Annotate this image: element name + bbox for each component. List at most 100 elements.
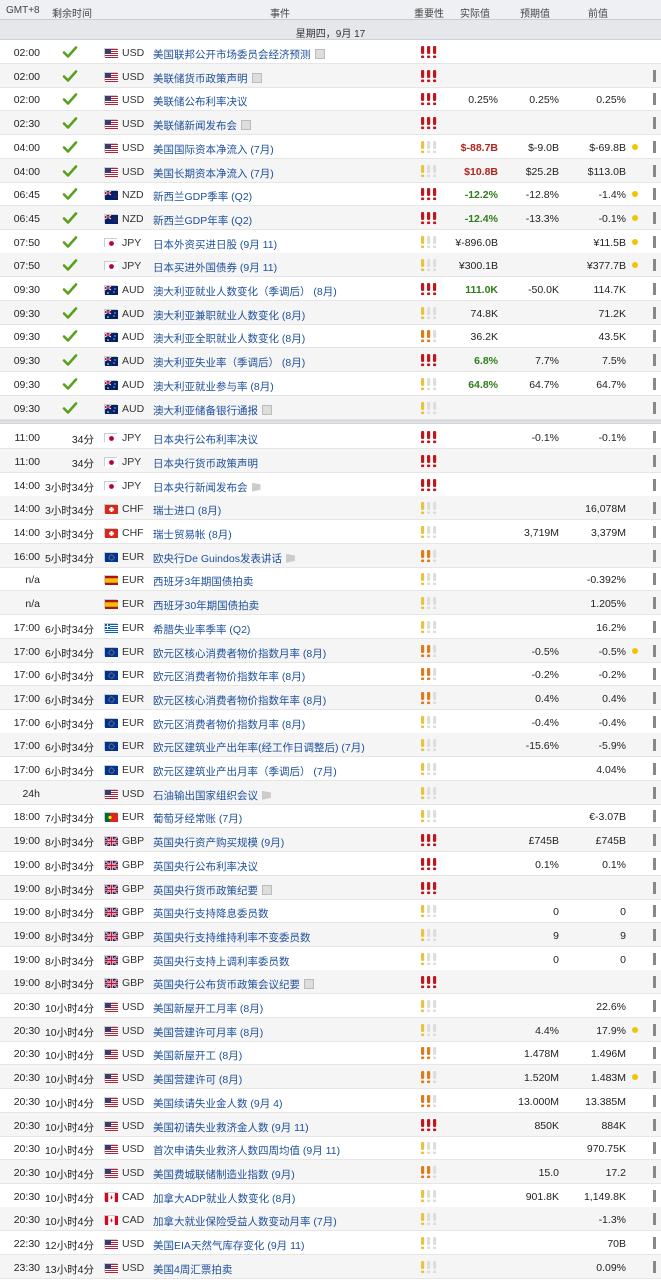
event-name[interactable]: 葡萄牙经常账 (7月) — [153, 811, 242, 826]
event-name[interactable]: 美国4周汇票拍卖 — [153, 1262, 232, 1277]
table-row[interactable]: 24h USD 石油输出国家组织会议 — [0, 780, 661, 805]
event-name-text[interactable]: 澳大利亚就业参与率 (8月) — [153, 381, 274, 393]
event-name[interactable]: 瑞士贸易帐 (8月) — [153, 527, 232, 542]
table-row[interactable]: 17:00 6小时34分 EUR 欧元区建筑业产出月率（季调后） (7月) 4.04% — [0, 757, 661, 781]
event-name[interactable]: 瑞士进口 (8月) — [153, 503, 221, 518]
event-name-text[interactable]: 日本外资买进日股 (9月 11) — [153, 239, 277, 251]
event-name-text[interactable]: 澳大利亚就业人数变化（季调后） (8月) — [153, 286, 337, 298]
event-name-text[interactable]: 美联储新闻发布会 — [153, 120, 237, 132]
table-row[interactable]: 14:00 3小时34分 JPY 日本央行新闻发布会 — [0, 473, 661, 497]
event-name-text[interactable]: 英国央行支持维持利率不变委员数 — [153, 932, 311, 944]
table-row[interactable]: 19:00 8小时34分 GBP 英国央行公布货币政策会议纪要 — [0, 970, 661, 995]
event-name[interactable]: 日本央行新闻发布会 — [153, 480, 261, 495]
table-row[interactable]: 11:00 34分 JPY 日本央行货币政策声明 — [0, 448, 661, 473]
event-name-text[interactable]: 美国新屋开工 (8月) — [153, 1050, 242, 1062]
event-name-text[interactable]: 澳大利亚失业率（季调后） (8月) — [153, 357, 305, 369]
event-name-text[interactable]: 美国4周汇票拍卖 — [153, 1264, 232, 1276]
event-name-text[interactable]: 瑞士贸易帐 (8月) — [153, 529, 232, 541]
table-row[interactable]: 02:00 USD 美国联邦公开市场委员会经济预测 — [0, 40, 661, 64]
table-row[interactable]: 02:00 USD 美联储货币政策声明 — [0, 63, 661, 88]
event-name[interactable]: 欧元区消费者物价指数年率 (8月) — [153, 669, 305, 684]
event-name[interactable]: 美国初请失业救济金人数 (9月 11) — [153, 1120, 309, 1135]
event-name-text[interactable]: 英国央行支持上调利率委员数 — [153, 956, 290, 968]
document-icon[interactable] — [241, 120, 251, 131]
table-row[interactable]: 19:00 8小时34分 GBP 英国央行公布利率决议 0.1% 0.1% — [0, 852, 661, 876]
event-name-text[interactable]: 美国续请失业金人数 (9月 4) — [153, 1098, 283, 1110]
table-row[interactable]: 09:30 AUD 澳大利亚全职就业人数变化 (8月) 36.2K 43.5K — [0, 324, 661, 349]
event-name-text[interactable]: 美联储货币政策声明 — [153, 73, 248, 85]
table-row[interactable]: 20:30 10小时4分 USD 美国营建许可 (8月) 1.520M 1.483M — [0, 1065, 661, 1090]
event-name[interactable]: 澳大利亚失业率（季调后） (8月) — [153, 355, 305, 370]
event-name-text[interactable]: 美国费城联储制造业指数 (9月) — [153, 1169, 295, 1181]
table-row[interactable]: 02:30 USD 美联储新闻发布会 — [0, 111, 661, 136]
table-row[interactable]: 09:30 AUD 澳大利亚储备银行通报 — [0, 395, 661, 420]
event-name[interactable]: 美国费城联储制造业指数 (9月) — [153, 1167, 295, 1182]
event-name-text[interactable]: 欧元区消费者物价指数月率 (8月) — [153, 719, 305, 731]
event-name[interactable]: 英国央行支持上调利率委员数 — [153, 954, 290, 969]
table-row[interactable]: 19:00 8小时34分 GBP 英国央行资产购买规模 (9月) £745B £745B — [0, 828, 661, 853]
event-name[interactable]: 新西兰GDP年率 (Q2) — [153, 213, 252, 228]
event-name[interactable]: 日本外资买进日股 (9月 11) — [153, 237, 277, 252]
table-row[interactable]: 16:00 5小时34分 EUR 欧央行De Guindos发表讲话 — [0, 543, 661, 568]
event-name[interactable]: 英国央行支持降息委员数 — [153, 906, 269, 921]
event-name-text[interactable]: 欧央行De Guindos发表讲话 — [153, 553, 282, 565]
event-name-text[interactable]: 葡萄牙经常账 (7月) — [153, 813, 242, 825]
table-row[interactable]: 17:00 6小时34分 EUR 欧元区核心消费者物价指数月率 (8月) -0.5% -0… — [0, 638, 661, 663]
event-name[interactable]: 欧元区建筑业产出年率(经工作日调整后) (7月) — [153, 740, 365, 755]
event-name-text[interactable]: 美国EIA天然气库存变化 (9月 11) — [153, 1240, 305, 1252]
event-name[interactable]: 英国央行公布货币政策会议纪要 — [153, 977, 314, 992]
event-name[interactable]: 希腊失业率季率 (Q2) — [153, 622, 250, 637]
event-name-text[interactable]: 英国央行公布利率决议 — [153, 861, 258, 873]
table-row[interactable]: 17:00 6小时34分 EUR 欧元区核心消费者物价指数年率 (8月) 0.4% 0.4… — [0, 685, 661, 710]
event-name[interactable]: 欧元区消费者物价指数月率 (8月) — [153, 717, 305, 732]
table-row[interactable]: 04:00 USD 美国国际资本净流入 (7月) $-88.7B $-9.0B $-69.… — [0, 135, 661, 159]
table-row[interactable]: 20:30 10小时4分 USD 美国新屋开工月率 (8月) 22.6% — [0, 994, 661, 1018]
event-name[interactable]: 欧元区建筑业产出月率（季调后） (7月) — [153, 764, 337, 779]
event-name[interactable]: 美国营建许可 (8月) — [153, 1072, 242, 1087]
event-name[interactable]: 石油输出国家组织会议 — [153, 788, 271, 803]
document-icon[interactable] — [262, 884, 272, 895]
event-name-text[interactable]: 石油输出国家组织会议 — [153, 790, 258, 802]
table-row[interactable]: 19:00 8小时34分 GBP 英国央行支持降息委员数 0 0 — [0, 899, 661, 924]
event-name[interactable]: 英国央行公布利率决议 — [153, 859, 258, 874]
table-row[interactable]: 14:00 3小时34分 CHF 瑞士贸易帐 (8月) 3,719M 3,379M — [0, 520, 661, 544]
table-row[interactable]: 19:00 8小时34分 GBP 英国央行货币政策纪要 — [0, 875, 661, 900]
event-name-text[interactable]: 英国央行支持降息委员数 — [153, 908, 269, 920]
event-name[interactable]: 澳大利亚兼职就业人数变化 (8月) — [153, 308, 305, 323]
event-name[interactable]: 美国长期资本净流入 (7月) — [153, 166, 274, 181]
event-name-text[interactable]: 新西兰GDP季率 (Q2) — [153, 191, 252, 203]
document-icon[interactable] — [304, 979, 314, 990]
table-row[interactable]: n/a EUR 西班牙3年期国债拍卖 -0.392% — [0, 567, 661, 592]
event-name-text[interactable]: 澳大利亚兼职就业人数变化 (8月) — [153, 310, 305, 322]
event-name[interactable]: 欧央行De Guindos发表讲话 — [153, 551, 295, 566]
event-name-text[interactable]: 欧元区核心消费者物价指数年率 (8月) — [153, 695, 326, 707]
table-row[interactable]: 02:00 USD 美联储公布利率决议 0.25% 0.25% 0.25% — [0, 87, 661, 112]
event-name[interactable]: 英国央行资产购买规模 (9月) — [153, 835, 284, 850]
header-timezone[interactable]: GMT+8 — [6, 5, 40, 16]
event-name[interactable]: 澳大利亚就业参与率 (8月) — [153, 379, 274, 394]
table-row[interactable]: 17:00 6小时34分 EUR 欧元区消费者物价指数月率 (8月) -0.4% -0.4… — [0, 710, 661, 734]
table-row[interactable]: 19:00 8小时34分 GBP 英国央行支持维持利率不变委员数 9 9 — [0, 922, 661, 947]
event-name[interactable]: 美联储公布利率决议 — [153, 94, 248, 109]
table-row[interactable]: 17:00 6小时34分 EUR 欧元区消费者物价指数年率 (8月) -0.2% -0.2… — [0, 662, 661, 687]
event-name-text[interactable]: 美联储公布利率决议 — [153, 96, 248, 108]
event-name[interactable]: 英国央行支持维持利率不变委员数 — [153, 930, 311, 945]
table-row[interactable]: 17:00 6小时34分 EUR 希腊失业率季率 (Q2) 16.2% — [0, 615, 661, 639]
table-row[interactable]: 04:00 USD 美国长期资本净流入 (7月) $10.8B $25.2B $113.0… — [0, 158, 661, 183]
table-row[interactable]: 09:30 AUD 澳大利亚就业人数变化（季调后） (8月) 111.0K -50.0K… — [0, 277, 661, 301]
event-name[interactable]: 首次申请失业救济人数四周均值 (9月 11) — [153, 1143, 340, 1158]
event-name-text[interactable]: 日本央行新闻发布会 — [153, 482, 248, 494]
table-row[interactable]: 14:00 3小时34分 CHF 瑞士进口 (8月) 16,078M — [0, 496, 661, 521]
event-name-text[interactable]: 加拿大就业保险受益人数变动月率 (7月) — [153, 1216, 337, 1228]
event-name-text[interactable]: 英国央行公布货币政策会议纪要 — [153, 979, 300, 991]
event-name[interactable]: 西班牙30年期国债拍卖 — [153, 598, 259, 613]
event-name-text[interactable]: 美国初请失业救济金人数 (9月 11) — [153, 1122, 309, 1134]
document-icon[interactable] — [262, 404, 272, 415]
event-name[interactable]: 美国联邦公开市场委员会经济预测 — [153, 47, 325, 62]
table-row[interactable]: n/a EUR 西班牙30年期国债拍卖 1.205% — [0, 591, 661, 616]
event-name[interactable]: 美联储货币政策声明 — [153, 71, 262, 86]
event-name[interactable]: 澳大利亚储备银行通报 — [153, 403, 272, 418]
event-name-text[interactable]: 美国新屋开工月率 (8月) — [153, 1003, 263, 1015]
event-name[interactable]: 欧元区核心消费者物价指数年率 (8月) — [153, 693, 326, 708]
event-name-text[interactable]: 英国央行资产购买规模 (9月) — [153, 837, 284, 849]
